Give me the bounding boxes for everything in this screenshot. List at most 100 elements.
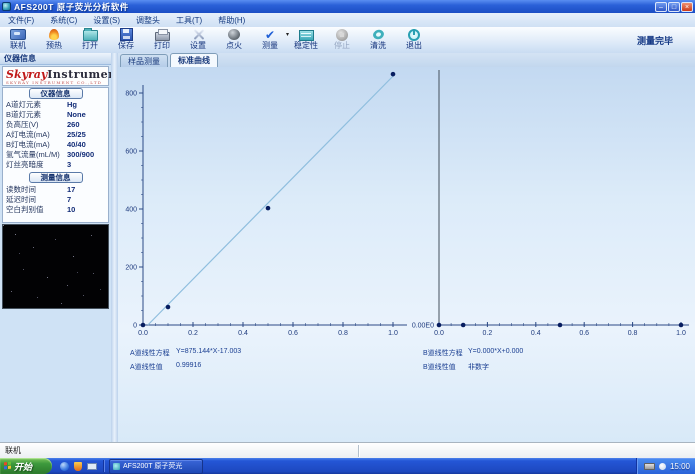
minimize-button[interactable]: – (655, 1, 667, 12)
task-label: AFS200T 原子荧光 (123, 463, 183, 470)
logo-subtitle: SKYRAY INSTRUMENT CO.,LTD (6, 80, 103, 85)
titlebar: AFS200T 原子荧光分析软件 – □ × (0, 0, 695, 13)
power-icon (408, 28, 420, 41)
quick-launch (52, 461, 103, 471)
connect-icon (10, 28, 26, 41)
stop-button: 停止 (324, 27, 360, 52)
info-row: 氩气流量(mL/M) 300/900 (6, 150, 95, 159)
sidebar-panel-title: 仪器信息 (0, 53, 111, 65)
close-button[interactable]: × (681, 1, 693, 12)
taskbar-divider (103, 460, 105, 472)
svg-text:0.0: 0.0 (434, 330, 444, 337)
save-button[interactable]: 保存 (108, 27, 144, 52)
open-folder-icon (82, 28, 98, 41)
svg-text:0.00E0: 0.00E0 (412, 323, 434, 330)
instrument-info-rows: A道灯元素 Hg B道灯元素 None 负高压(V) 260 A灯电流(mA) 25/2… (6, 100, 107, 170)
connect-button[interactable]: 联机 (0, 27, 36, 52)
task-app-icon (113, 462, 120, 470)
standard-curve-area: 0.0 0.2 0.4 0.6 0.8 1.0 0 200 400 600 800 0.0 0.2 0.4… (118, 67, 695, 442)
svg-text:0.2: 0.2 (188, 330, 198, 337)
info-row: 延迟时间 7 (6, 195, 72, 204)
svg-text:0.2: 0.2 (483, 330, 493, 337)
app-icon (2, 2, 11, 11)
menu-file[interactable]: 文件(F) (0, 15, 42, 26)
stability-button[interactable]: 稳定性 (288, 27, 324, 52)
tab-sample-measurement[interactable]: 样品测量 (120, 54, 168, 67)
sidebar-divider[interactable] (111, 53, 118, 442)
measurement-info-rows: 读数时间 17 延迟时间 7 空白判别值 10 (6, 185, 107, 215)
brand-logo: SkyrayInstrument SKYRAY INSTRUMENT CO.,L… (2, 66, 122, 86)
print-button[interactable]: 打印 (144, 27, 180, 52)
ignite-button[interactable]: 点火 (216, 27, 252, 52)
quick-launch-mail-icon[interactable] (87, 462, 97, 470)
channel-b-equation-value: Y=0.000*X+0.000 (468, 348, 524, 355)
menubar: 文件(F) 系统(C) 设置(S) 调整头 工具(T) 帮助(H) (0, 13, 695, 27)
svg-text:0: 0 (133, 323, 137, 330)
stop-icon (336, 28, 348, 41)
menu-tools[interactable]: 工具(T) (168, 15, 210, 26)
menu-adjust-head[interactable]: 调整头 (128, 15, 168, 26)
measurement-info-header: 测量信息 (28, 172, 83, 183)
svg-text:1.0: 1.0 (388, 330, 398, 337)
channel-b-linearity-value: 非数字 (468, 364, 489, 371)
channel-a-equation-label: A道线性方程 (130, 350, 170, 357)
menu-settings[interactable]: 设置(S) (85, 15, 128, 26)
tab-standard-curve[interactable]: 标准曲线 (170, 53, 218, 67)
statusbar-separator (358, 445, 360, 457)
exit-button[interactable]: 退出 (396, 27, 432, 52)
menu-help[interactable]: 帮助(H) (210, 15, 253, 26)
svg-text:0.6: 0.6 (288, 330, 298, 337)
svg-text:0.8: 0.8 (628, 330, 638, 337)
svg-text:0.4: 0.4 (238, 330, 248, 337)
svg-text:0.0: 0.0 (138, 330, 148, 337)
taskbar-task-afs200t[interactable]: AFS200T 原子荧光 (109, 458, 203, 474)
start-button-label: 开始 (14, 461, 33, 472)
svg-text:0.6: 0.6 (579, 330, 589, 337)
quick-launch-shield-icon[interactable] (74, 461, 82, 471)
windows-flag-icon (4, 461, 12, 471)
save-icon (119, 28, 133, 41)
start-button[interactable]: 开始 (0, 458, 52, 474)
settings-icon (192, 28, 205, 41)
camera-preview (2, 224, 109, 309)
tabstrip: 样品测量 标准曲线 (118, 53, 695, 67)
channel-b-equation-label: B道线性方程 (423, 350, 463, 357)
measure-button[interactable]: ✔ 测量 ▾ (252, 27, 289, 52)
ignite-icon (228, 28, 240, 41)
channel-a-linearity-label: A道线性值 (130, 364, 163, 371)
tray-volume-icon[interactable] (658, 462, 666, 470)
connection-status: 联机 (5, 446, 21, 455)
info-row: 空白判别值 10 (6, 205, 76, 214)
info-row: A灯电流(mA) 25/25 (6, 130, 86, 139)
info-row: 灯丝亮暗度 3 (6, 160, 72, 169)
system-tray: 15:00 (635, 458, 695, 474)
quick-launch-browser-icon[interactable] (60, 461, 69, 471)
settings-button[interactable]: 设置 (180, 27, 216, 52)
preheat-icon (49, 28, 59, 41)
tray-display-icon[interactable] (643, 462, 655, 470)
standard-curve-charts: 0.0 0.2 0.4 0.6 0.8 1.0 0 200 400 600 800 0.0 0.2 0.4… (125, 70, 689, 337)
open-button[interactable]: 打开 (72, 27, 108, 52)
measurement-status-text: 测量完毕 (636, 35, 673, 46)
statusbar: 联机 (0, 442, 695, 458)
info-row: A道灯元素 Hg (6, 100, 77, 109)
menu-system[interactable]: 系统(C) (42, 15, 85, 26)
preheat-button[interactable]: 预热 (36, 27, 72, 52)
window-controls: – □ × (655, 1, 695, 12)
channel-a-equation-value: Y=875.144*X-17.003 (176, 348, 242, 355)
taskbar: 开始 AFS200T 原子荧光 15:00 (0, 458, 695, 474)
svg-text:0.4: 0.4 (531, 330, 541, 337)
channel-a-linearity-value: 0.99916 (176, 362, 202, 369)
clean-button[interactable]: 清洗 (360, 27, 396, 52)
desktop: AFS200T 原子荧光分析软件 – □ × 文件(F) 系统(C) 设置(S)… (0, 0, 695, 474)
svg-text:400: 400 (125, 207, 137, 214)
taskbar-clock: 15:00 (669, 461, 690, 471)
instrument-info-header: 仪器信息 (28, 88, 83, 99)
sidebar: 仪器信息 SkyrayInstrument SKYRAY INSTRUMENT … (0, 53, 122, 442)
svg-text:800: 800 (125, 91, 137, 98)
stability-chart-icon (298, 28, 314, 41)
clean-icon (371, 28, 385, 41)
maximize-button[interactable]: □ (668, 1, 680, 12)
channel-b-linearity-label: B道线性值 (423, 364, 456, 371)
main-area: 样品测量 标准曲线 0.0 0.2 0.4 0.6 0.8 1.0 0 200 400 600 80… (118, 53, 695, 442)
